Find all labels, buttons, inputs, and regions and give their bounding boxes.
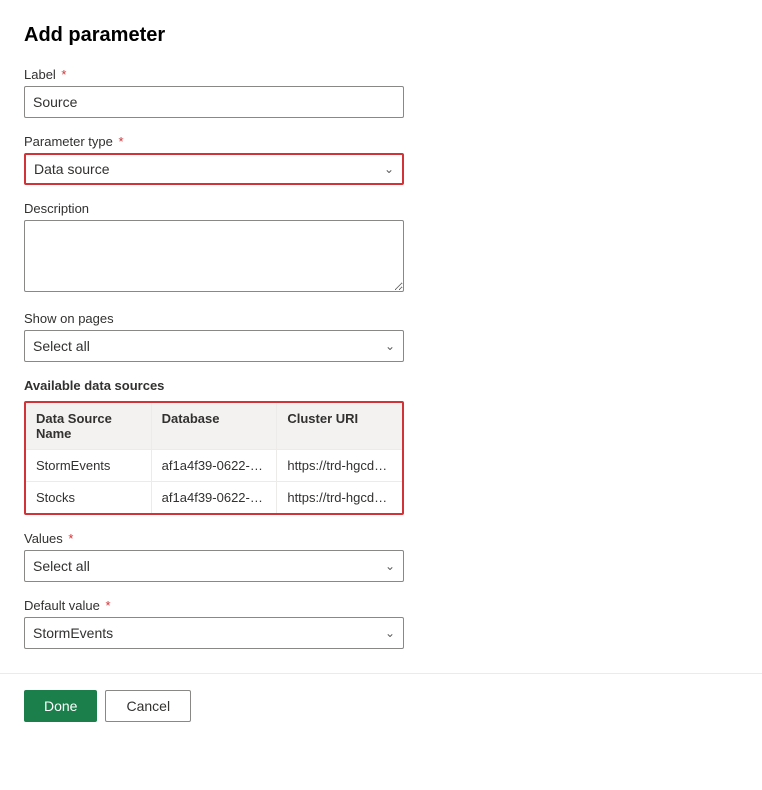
values-required-star: * — [65, 531, 74, 546]
row1-database: af1a4f39-0622-43ad-8d24-50a... — [152, 450, 278, 481]
default-value-group: Default value * StormEvents ⌄ — [24, 598, 738, 649]
col-header-database: Database — [152, 403, 278, 449]
available-data-sources-group: Available data sources Data Source Name … — [24, 378, 738, 515]
label-field-label: Label * — [24, 67, 738, 82]
show-on-pages-value: Select all — [33, 338, 90, 354]
add-parameter-panel: Add parameter Label * Parameter type * D… — [0, 0, 762, 649]
data-sources-table: Data Source Name Database Cluster URI St… — [24, 401, 404, 515]
table-row[interactable]: StormEvents af1a4f39-0622-43ad-8d24-50a.… — [26, 450, 402, 482]
description-label: Description — [24, 201, 738, 216]
parameter-type-label: Parameter type * — [24, 134, 738, 149]
table-row[interactable]: Stocks af1a4f39-0622-43ad-8d24-50a... ht… — [26, 482, 402, 513]
show-on-pages-label: Show on pages — [24, 311, 738, 326]
chevron-down-icon: ⌄ — [385, 339, 395, 353]
values-label: Values * — [24, 531, 738, 546]
label-input[interactable] — [24, 86, 404, 118]
label-group: Label * — [24, 67, 738, 118]
show-on-pages-group: Show on pages Select all ⌄ — [24, 311, 738, 362]
chevron-down-icon: ⌄ — [384, 162, 394, 176]
row2-cluster: https://trd-hgcdvdfrt8gq4t6dxc... — [277, 482, 402, 513]
table-header-row: Data Source Name Database Cluster URI — [26, 403, 402, 450]
default-value-value: StormEvents — [33, 625, 113, 641]
row2-database: af1a4f39-0622-43ad-8d24-50a... — [152, 482, 278, 513]
row1-name: StormEvents — [26, 450, 152, 481]
row1-cluster: https://trd-hgcdvdfrt8gq4t6dxc... — [277, 450, 402, 481]
parameter-type-group: Parameter type * Data source ⌄ — [24, 134, 738, 185]
col-header-name: Data Source Name — [26, 403, 152, 449]
default-value-label: Default value * — [24, 598, 738, 613]
chevron-down-icon: ⌄ — [385, 559, 395, 573]
footer: Done Cancel — [0, 673, 762, 738]
default-value-required-star: * — [102, 598, 111, 613]
param-type-required-star: * — [115, 134, 124, 149]
values-dropdown[interactable]: Select all ⌄ — [24, 550, 404, 582]
done-button[interactable]: Done — [24, 690, 97, 722]
show-on-pages-dropdown[interactable]: Select all ⌄ — [24, 330, 404, 362]
label-required-star: * — [58, 67, 67, 82]
parameter-type-value: Data source — [34, 161, 109, 177]
values-group: Values * Select all ⌄ — [24, 531, 738, 582]
cancel-button[interactable]: Cancel — [105, 690, 191, 722]
available-data-sources-label: Available data sources — [24, 378, 738, 393]
description-textarea[interactable] — [24, 220, 404, 292]
row2-name: Stocks — [26, 482, 152, 513]
default-value-dropdown[interactable]: StormEvents ⌄ — [24, 617, 404, 649]
chevron-down-icon: ⌄ — [385, 626, 395, 640]
description-group: Description — [24, 201, 738, 295]
page-title: Add parameter — [24, 24, 738, 47]
values-value: Select all — [33, 558, 90, 574]
parameter-type-dropdown[interactable]: Data source ⌄ — [24, 153, 404, 185]
col-header-cluster: Cluster URI — [277, 403, 402, 449]
